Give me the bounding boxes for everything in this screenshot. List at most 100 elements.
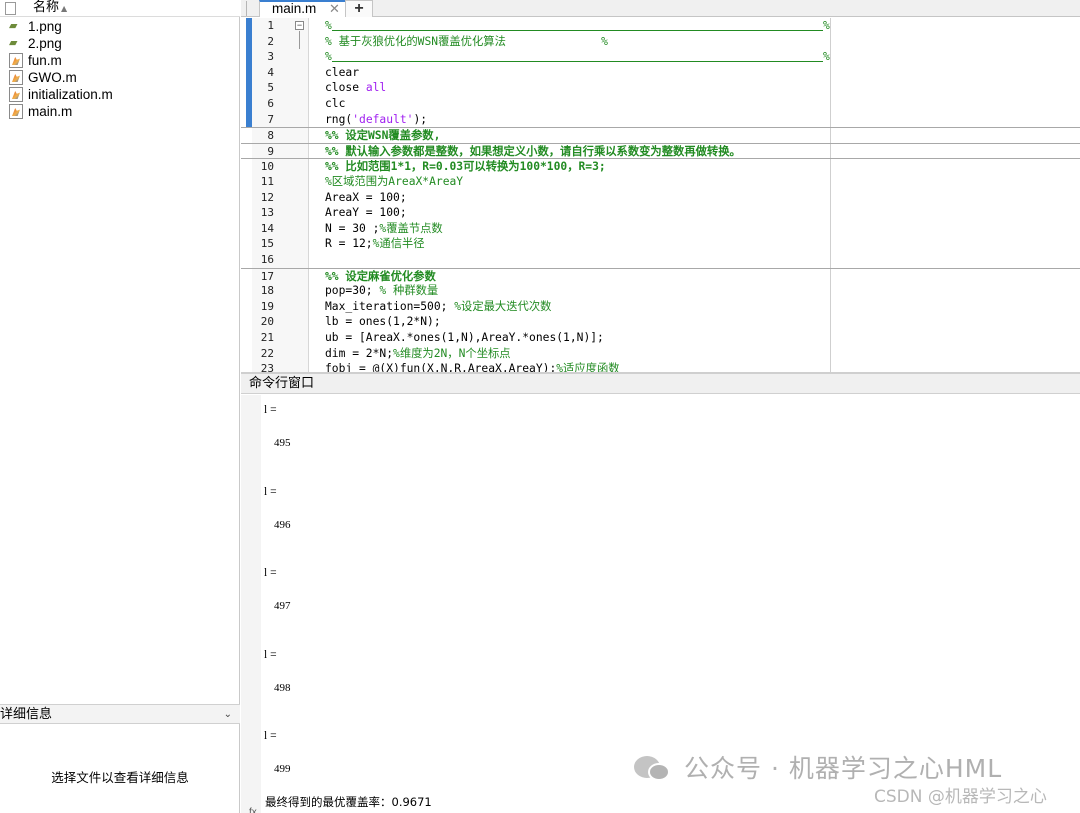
code-text: % xyxy=(325,49,332,65)
line-number: 22 xyxy=(260,346,274,360)
code-text: lb = ones(1,2*N); xyxy=(325,314,441,330)
code-token: 'default' xyxy=(352,112,414,126)
file-list-header[interactable]: 名称 ▲ xyxy=(0,0,240,17)
details-title: 详细信息 xyxy=(0,707,53,722)
line-number: 12 xyxy=(260,190,274,204)
line-number: 16 xyxy=(260,253,274,266)
file-row[interactable]: main.m xyxy=(0,103,240,120)
line-number: 20 xyxy=(260,315,274,329)
code-line[interactable]: 7 rng('default'); xyxy=(241,112,1080,128)
code-line[interactable]: 10 %% 比如范围1*1，R=0.03可以转换为100*100，R=3; xyxy=(241,158,1080,174)
code-line[interactable]: 20 lb = ones(1,2*N); xyxy=(241,314,1080,330)
code-line[interactable]: 8 %% 设定WSN覆盖参数, xyxy=(241,127,1080,143)
chevron-down-icon[interactable]: ⌄ xyxy=(224,706,232,723)
code-token: clear xyxy=(325,65,360,79)
comment-rule xyxy=(332,61,823,63)
code-line[interactable]: 11 %区域范围为AreaX*AreaY xyxy=(241,174,1080,190)
code-text: AreaY = 100; xyxy=(325,205,407,221)
code-token: AreaY = 100; xyxy=(325,206,407,220)
code-token: %% 设定WSN覆盖参数, xyxy=(325,129,441,143)
command-window-header[interactable]: 命令行窗口 xyxy=(241,372,1080,394)
line-number: 2 xyxy=(267,34,274,48)
code-token: fobj = @(X)fun(X,N,R,AreaX,AreaY); xyxy=(325,362,557,372)
code-line[interactable]: 18 pop=30; % 种群数量 xyxy=(241,283,1080,299)
file-row[interactable]: initialization.m xyxy=(0,86,240,103)
file-name: 1.png xyxy=(28,19,62,34)
code-token: %设定最大迭代次数 xyxy=(454,299,552,313)
code-line[interactable]: 14 N = 30 ;%覆盖节点数 xyxy=(241,221,1080,237)
code-text: % xyxy=(325,18,332,34)
code-text: N = 30 ;%覆盖节点数 xyxy=(325,221,443,237)
file-row[interactable]: ▰ 1.png xyxy=(0,18,240,35)
code-text: %区域范围为AreaX*AreaY xyxy=(325,174,463,190)
line-number: 19 xyxy=(260,299,274,313)
code-line[interactable]: 4 clear xyxy=(241,65,1080,81)
output-label: l = xyxy=(264,730,277,742)
code-token: % 种群数量 xyxy=(379,284,439,298)
line-number: 15 xyxy=(260,237,274,251)
output-label: l = xyxy=(264,567,277,579)
code-token: % 基于灰狼优化的WSN覆盖优化算法 % xyxy=(325,34,608,48)
tab-main-m[interactable]: main.m ✕ xyxy=(259,0,357,17)
code-area[interactable]: 1%% 2% 基于灰狼优化的WSN覆盖优化算法 % 3%% 4 clear 5 close … xyxy=(241,18,1080,372)
editor-panel: main.m ✕ + 1%% 2% 基于灰狼优化的WSN覆盖优化算法 % 3%% 4 c… xyxy=(241,0,1080,372)
code-token: %区域范围为AreaX*AreaY xyxy=(325,175,464,188)
code-token: %% 默认输入参数都是整数，如果想定义小数，请自行乘以系数变为整数再做转换。 xyxy=(325,144,741,158)
code-token: all xyxy=(365,81,387,95)
line-number: 3 xyxy=(267,50,274,64)
code-text: clear xyxy=(325,65,359,81)
code-line[interactable]: 17 %% 设定麻雀优化参数 xyxy=(241,267,1080,284)
code-line[interactable]: 22 dim = 2*N;%维度为2N，N个坐标点 xyxy=(241,346,1080,362)
output-value: 497 xyxy=(274,600,291,612)
name-column-header[interactable]: 名称 ▲ xyxy=(33,0,67,17)
code-token: close xyxy=(325,81,366,95)
code-line[interactable]: 9 %% 默认输入参数都是整数，如果想定义小数，请自行乘以系数变为整数再做转换。 xyxy=(241,142,1080,159)
code-token: ); xyxy=(413,112,428,126)
code-token: rng( xyxy=(325,112,353,126)
code-token: R = 12; xyxy=(325,237,373,251)
command-output[interactable]: l = 495 l = 496 l = 497 l = 498 l = 499 最终得到的最优覆盖… xyxy=(241,395,1080,813)
command-window-title: 命令行窗口 xyxy=(249,376,315,391)
code-text: %% 设定WSN覆盖参数, xyxy=(325,128,440,144)
close-icon[interactable]: ✕ xyxy=(329,1,340,17)
output-value: 496 xyxy=(274,518,291,531)
code-text: % 基于灰狼优化的WSN覆盖优化算法 % xyxy=(325,34,608,50)
code-line[interactable]: 3%% xyxy=(241,49,1080,65)
code-token: lb = ones(1,2*N); xyxy=(325,315,441,329)
code-line[interactable]: 16 xyxy=(241,252,1080,268)
details-panel-header[interactable]: 详细信息 ⌄ xyxy=(0,704,240,724)
line-number: 13 xyxy=(260,206,274,220)
code-line[interactable]: 21 ub = [AreaX.*ones(1,N),AreaY.*ones(1,N… xyxy=(241,330,1080,346)
editor-tab-bar: main.m ✕ + xyxy=(241,0,1080,17)
code-line[interactable]: 5 close all xyxy=(241,80,1080,96)
code-text: pop=30; % 种群数量 xyxy=(325,283,438,299)
command-gutter xyxy=(241,395,261,813)
code-line[interactable]: 1%% xyxy=(241,18,1080,34)
line-number: 9 xyxy=(267,144,274,158)
comment-rule-end: % xyxy=(823,19,830,32)
code-line[interactable]: 6 clc xyxy=(241,96,1080,112)
code-line[interactable]: 13 AreaY = 100; xyxy=(241,205,1080,221)
file-row[interactable]: GWO.m xyxy=(0,69,240,86)
code-line[interactable]: 2 % 基于灰狼优化的WSN覆盖优化算法 % xyxy=(241,34,1080,50)
line-number: 8 xyxy=(267,129,274,143)
code-line[interactable]: 19 Max_iteration=500; %设定最大迭代次数 xyxy=(241,299,1080,315)
file-name: initialization.m xyxy=(28,87,113,102)
fold-collapse-icon[interactable]: − xyxy=(295,21,304,30)
code-token: %% 设定麻雀优化参数 xyxy=(325,269,436,283)
comment-rule-end: % xyxy=(823,50,830,64)
code-token: Max_iteration=500; xyxy=(325,299,455,313)
output-label: l = xyxy=(264,485,277,498)
details-placeholder: 选择文件以查看详细信息 xyxy=(51,770,189,785)
line-number: 1 xyxy=(267,19,274,32)
add-tab-button[interactable]: + xyxy=(345,0,373,17)
output-value: 495 xyxy=(274,437,291,449)
line-number: 18 xyxy=(260,284,274,298)
file-row[interactable]: fun.m xyxy=(0,52,240,69)
code-line[interactable]: 15 R = 12;%通信半径 xyxy=(241,236,1080,252)
file-row[interactable]: ▰ 2.png xyxy=(0,35,240,52)
code-line[interactable]: 23 fobj = @(X)fun(X,N,R,AreaX,AreaY);%适应度… xyxy=(241,361,1080,372)
code-line[interactable]: 12 AreaX = 100; xyxy=(241,190,1080,206)
select-all-checkbox[interactable] xyxy=(5,2,16,15)
sort-ascending-icon: ▲ xyxy=(61,4,68,13)
